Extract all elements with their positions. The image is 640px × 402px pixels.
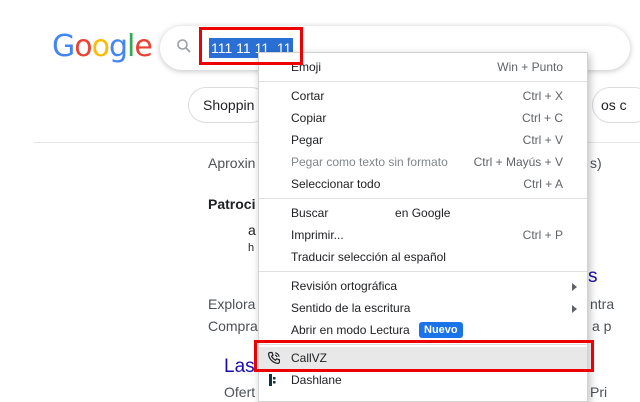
- logo-letter: o: [91, 29, 110, 64]
- menu-separator: [259, 271, 587, 272]
- menu-item-imprimir[interactable]: Imprimir... Ctrl + P: [259, 224, 587, 246]
- menu-item-traducir[interactable]: Traducir selección al español: [259, 246, 587, 268]
- menu-item-label: Cortar: [291, 89, 325, 103]
- menu-item-shortcut: Ctrl + X: [522, 89, 563, 103]
- new-badge: Nuevo: [419, 322, 463, 338]
- logo-letter: G: [52, 29, 75, 64]
- snippet-text: Explora: [208, 296, 256, 312]
- google-logo[interactable]: Google: [52, 29, 153, 64]
- menu-item-label: Copiar: [291, 111, 327, 125]
- menu-item-emoji[interactable]: Emoji Win + Punto: [259, 56, 587, 78]
- menu-item-shortcut: Ctrl + V: [522, 133, 563, 147]
- logo-letter: g: [108, 29, 128, 64]
- ad-url-fragment: h: [248, 242, 255, 254]
- menu-item-label: Traducir selección al español: [291, 250, 446, 264]
- results-count-text: Aproxin: [208, 155, 256, 171]
- ad-title-fragment: a: [248, 222, 256, 238]
- snippet-text-tail: a p: [592, 318, 612, 334]
- menu-item-shortcut: Ctrl + C: [521, 111, 563, 125]
- snippet-text: Ofert: [224, 384, 256, 400]
- menu-item-copiar[interactable]: Copiar Ctrl + C: [259, 107, 587, 129]
- menu-item-dashlane[interactable]: Dashlane: [259, 369, 587, 391]
- menu-item-label: Sentido de la escritura: [291, 301, 411, 315]
- menu-item-label: Pegar: [291, 133, 324, 147]
- dashlane-icon: [269, 374, 276, 386]
- menu-item-sentido-escritura[interactable]: Sentido de la escritura: [259, 297, 587, 319]
- menu-item-buscar[interactable]: Buscar en Google: [259, 202, 587, 224]
- results-count-text-tail: s): [590, 155, 602, 171]
- menu-item-revision-ortografica[interactable]: Revisión ortográfica: [259, 275, 587, 297]
- menu-item-label: Pegar como texto sin formato: [291, 155, 448, 169]
- menu-item-cortar[interactable]: Cortar Ctrl + X: [259, 85, 587, 107]
- menu-item-shortcut: Ctrl + P: [522, 228, 563, 242]
- menu-separator: [259, 198, 587, 199]
- snippet-text-tail: Pri: [590, 384, 608, 400]
- menu-item-pegar[interactable]: Pegar Ctrl + V: [259, 129, 587, 151]
- search-icon: [177, 39, 191, 53]
- menu-item-label: Abrir en modo Lectura: [291, 323, 410, 337]
- menu-item-label: Revisión ortográfica: [291, 279, 398, 293]
- highlight-box-search-query: [199, 27, 303, 65]
- submenu-arrow-icon: [572, 283, 577, 291]
- snippet-text-tail: ntra: [590, 296, 615, 312]
- highlight-box-callvz: [254, 340, 594, 372]
- menu-item-shortcut: Ctrl + Mayús + V: [473, 155, 563, 169]
- filter-chip[interactable]: os c: [592, 87, 640, 123]
- menu-item-seleccionar-todo[interactable]: Seleccionar todo Ctrl + A: [259, 173, 587, 195]
- menu-item-label: Buscar en Google: [291, 206, 451, 220]
- sponsored-heading: Patroci: [208, 196, 256, 212]
- result-link-fragment[interactable]: s: [588, 266, 598, 288]
- submenu-arrow-icon: [572, 305, 577, 313]
- snippet-text: Compra: [208, 318, 258, 334]
- menu-separator: [259, 81, 587, 82]
- menu-item-modo-lectura[interactable]: Abrir en modo Lectura Nuevo: [259, 319, 587, 341]
- logo-letter: e: [134, 29, 152, 64]
- menu-item-shortcut: Win + Punto: [497, 60, 563, 74]
- result-link[interactable]: Las: [224, 356, 255, 378]
- logo-letter: o: [74, 29, 92, 64]
- menu-item-shortcut: Ctrl + A: [523, 177, 563, 191]
- menu-item-pegar-texto[interactable]: Pegar como texto sin formato Ctrl + Mayú…: [259, 151, 587, 173]
- menu-item-label: Imprimir...: [291, 228, 344, 242]
- menu-item-label: Dashlane: [291, 373, 342, 387]
- menu-item-label: Seleccionar todo: [291, 177, 381, 191]
